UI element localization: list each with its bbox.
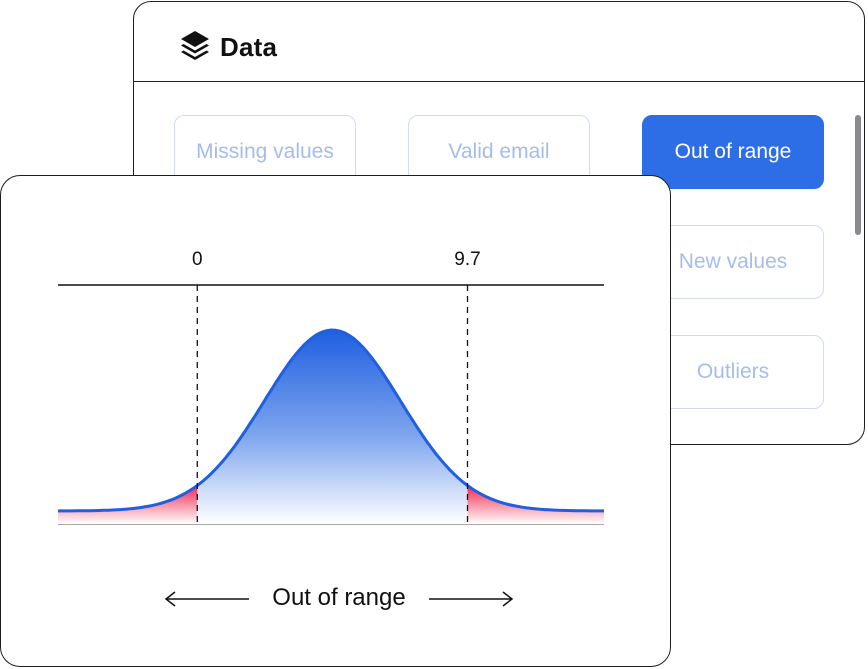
tick-label-lower: 0	[192, 249, 203, 270]
out-of-range-area-left	[58, 485, 198, 524]
out-of-range-label: Out of range	[272, 584, 406, 611]
layers-icon	[181, 31, 209, 60]
panel-title: Data	[220, 32, 278, 62]
out-of-range-area-right	[467, 485, 604, 524]
arrow-right-icon	[429, 591, 514, 607]
distribution-card: 0 9.7 Out of range	[0, 175, 671, 667]
arrow-left-icon	[164, 591, 249, 607]
scrollbar-thumb[interactable]	[855, 115, 861, 235]
panel-header: Data	[134, 2, 864, 82]
in-range-area	[197, 330, 468, 524]
tick-label-upper: 9.7	[454, 249, 480, 270]
